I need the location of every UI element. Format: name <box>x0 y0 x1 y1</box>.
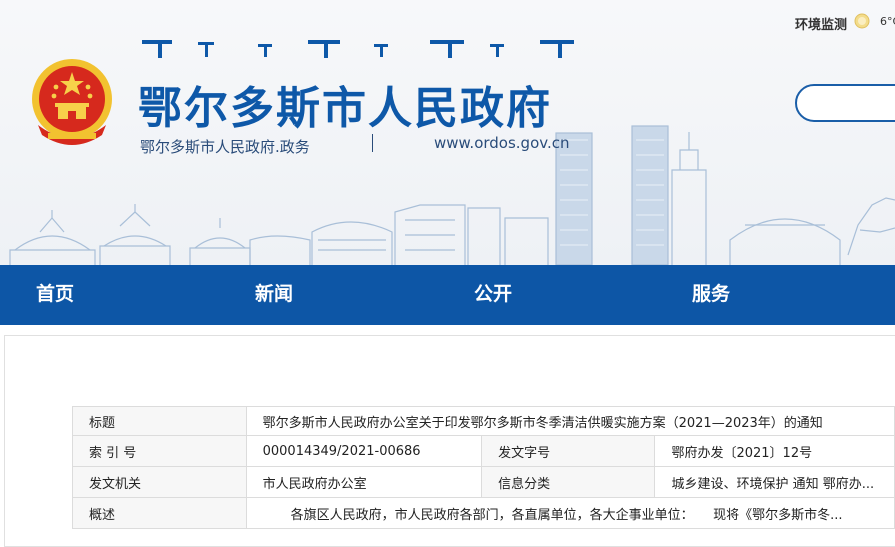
title-label: 标题 <box>72 406 247 436</box>
weather-sun-icon <box>854 13 870 29</box>
nav-item-news[interactable]: 新闻 <box>255 265 293 325</box>
table-row: 索 引 号 000014349/2021-00686 发文字号 鄂府办发〔202… <box>72 435 895 467</box>
index-value: 000014349/2021-00686 <box>245 435 483 467</box>
main-nav: 首页 新闻 公开 服务 <box>0 265 895 325</box>
doc-number-label: 发文字号 <box>481 435 656 467</box>
document-info-table: 标题 鄂尔多斯市人民政府办公室关于印发鄂尔多斯市冬季清洁供暖实施方案（2021—… <box>72 406 895 529</box>
mongolian-script-title <box>142 40 574 58</box>
nav-item-public[interactable]: 公开 <box>474 265 512 325</box>
table-row: 标题 鄂尔多斯市人民政府办公室关于印发鄂尔多斯市冬季清洁供暖实施方案（2021—… <box>72 406 895 436</box>
category-value: 城乡建设、环境保护 通知 鄂府办... <box>654 466 895 498</box>
doc-number-value: 鄂府办发〔2021〕12号 <box>654 435 895 467</box>
site-title: 鄂尔多斯市人民政府 <box>138 83 552 134</box>
summary-label: 概述 <box>72 497 247 529</box>
nav-item-service[interactable]: 服务 <box>692 265 730 325</box>
table-row: 发文机关 市人民政府办公室 信息分类 城乡建设、环境保护 通知 鄂府办... <box>72 466 895 498</box>
site-subtitle: 鄂尔多斯市人民政府.政务 <box>140 138 310 156</box>
env-monitor-link[interactable]: 环境监测 <box>795 14 847 33</box>
category-label: 信息分类 <box>481 466 656 498</box>
national-emblem-icon <box>32 59 112 145</box>
table-row: 概述 各旗区人民政府，市人民政府各部门，各直属单位，各大企事业单位： 现将《鄂尔… <box>72 497 895 529</box>
title-value: 鄂尔多斯市人民政府办公室关于印发鄂尔多斯市冬季清洁供暖实施方案（2021—202… <box>245 406 895 436</box>
subtitle-divider <box>372 134 373 152</box>
summary-value: 各旗区人民政府，市人民政府各部门，各直属单位，各大企事业单位： 现将《鄂尔多斯市… <box>245 497 895 529</box>
nav-item-home[interactable]: 首页 <box>36 265 74 325</box>
search-input[interactable] <box>795 84 895 122</box>
issuer-value: 市人民政府办公室 <box>245 466 483 498</box>
temperature-text: 6°C <box>880 15 895 28</box>
site-url: www.ordos.gov.cn <box>434 134 570 152</box>
issuer-label: 发文机关 <box>72 466 247 498</box>
site-header: 鄂尔多斯市人民政府 鄂尔多斯市人民政府.政务 www.ordos.gov.cn … <box>0 0 895 265</box>
index-label: 索 引 号 <box>72 435 247 467</box>
